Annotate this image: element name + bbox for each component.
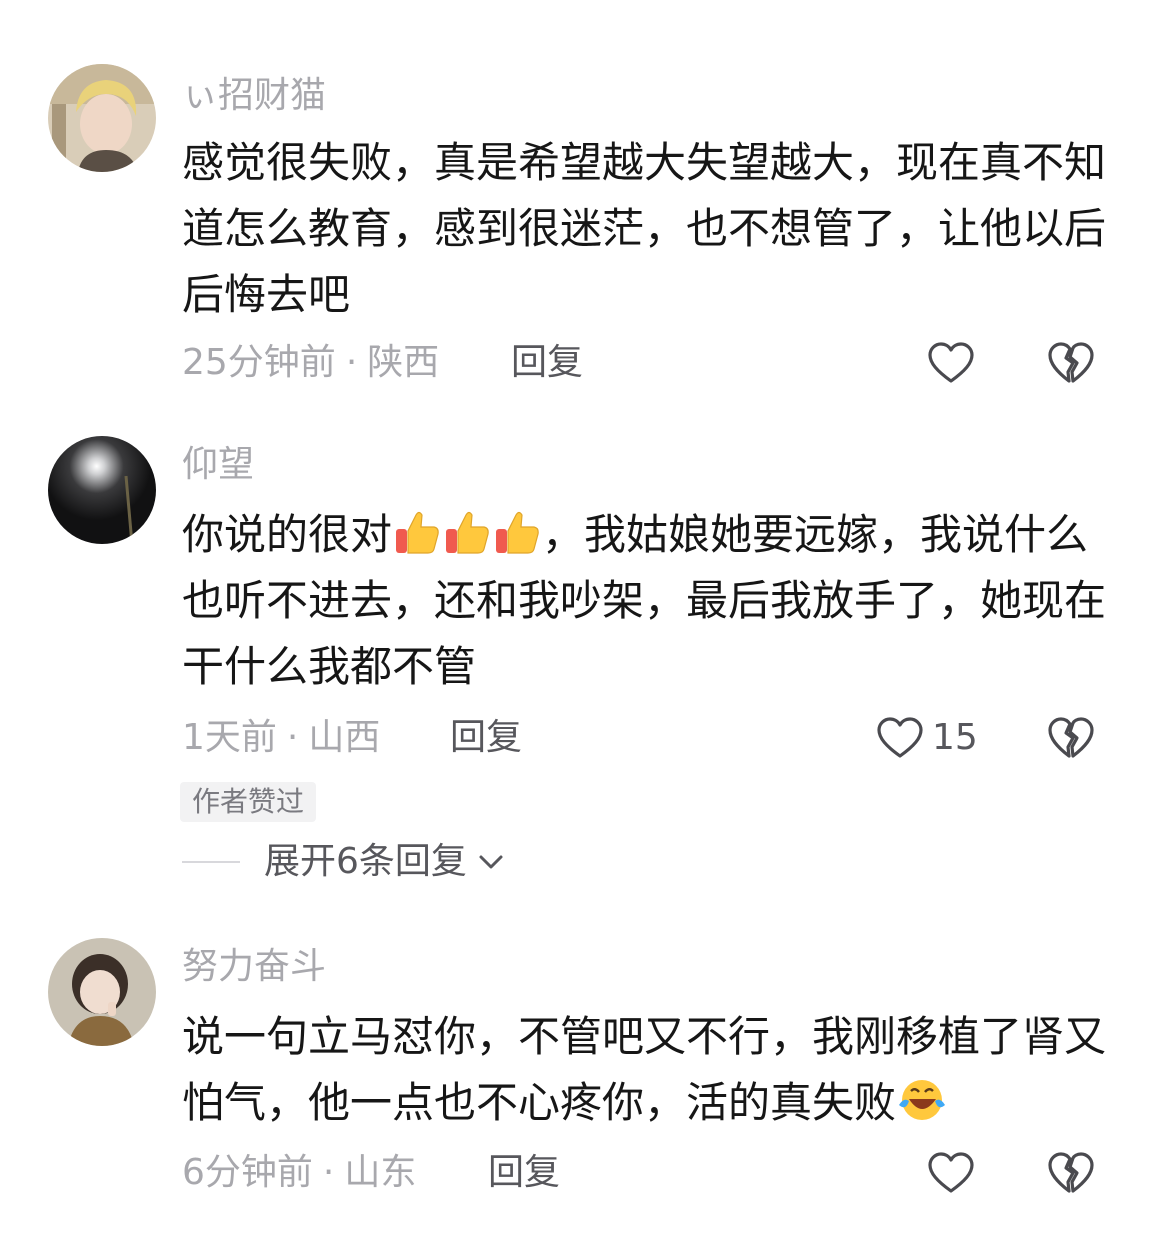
reply-button[interactable]: 回复 bbox=[450, 716, 522, 760]
dislike-button[interactable] bbox=[1047, 1151, 1095, 1195]
like-button[interactable] bbox=[927, 1151, 975, 1195]
avatar-night-light-icon bbox=[48, 436, 156, 544]
broken-heart-icon bbox=[1048, 1152, 1094, 1193]
face-with-tears-of-joy-icon bbox=[896, 1075, 946, 1125]
chevron-down-icon bbox=[479, 855, 503, 869]
comment-username[interactable]: ぃ招财猫 bbox=[182, 74, 326, 118]
comment-username[interactable]: 仰望 bbox=[182, 443, 254, 487]
expand-replies-button[interactable]: 展开6条回复 bbox=[182, 840, 505, 884]
expand-replies-label: 展开6条回复 bbox=[264, 841, 467, 882]
broken-heart-icon bbox=[1048, 717, 1094, 758]
author-liked-badge: 作者赞过 bbox=[180, 782, 317, 822]
thumbs-up-icon bbox=[492, 507, 542, 557]
comment-time: 1天前 bbox=[182, 717, 277, 758]
avatar-short-hair-person-icon bbox=[48, 64, 156, 172]
like-count: 15 bbox=[932, 717, 978, 758]
like-button[interactable]: 15 bbox=[876, 716, 978, 760]
thumbs-up-icon bbox=[392, 507, 442, 557]
heart-icon bbox=[928, 1152, 974, 1193]
comment-text: 你说的很对 ，我姑娘她要远嫁，我说什么也听不进去，还和我吵架，最后我放手了，她现在… bbox=[182, 502, 1112, 700]
comment-text: 感觉很失败，真是希望越大失望越大，现在真不知道怎么教育，感到很迷茫，也不想管了，… bbox=[182, 138, 1107, 319]
dislike-button[interactable] bbox=[1047, 716, 1095, 760]
comment-meta: 6分钟前 · 山东 bbox=[182, 1151, 416, 1195]
dislike-button[interactable] bbox=[1047, 341, 1095, 385]
comment-username[interactable]: 努力奋斗 bbox=[182, 945, 326, 989]
broken-heart-icon bbox=[1048, 342, 1094, 383]
comment-meta: 1天前 · 山西 bbox=[182, 716, 380, 760]
thumbs-up-icon bbox=[442, 507, 492, 557]
comment-location: 山东 bbox=[344, 1152, 417, 1193]
reply-button[interactable]: 回复 bbox=[511, 341, 583, 385]
comment-text: 说一句立马怼你，不管吧又不行，我刚移植了肾又怕气，他一点也不心疼你，活的真失败 bbox=[182, 1004, 1112, 1136]
heart-icon bbox=[877, 717, 923, 758]
heart-icon bbox=[928, 342, 974, 383]
comment-time: 6分钟前 bbox=[182, 1152, 313, 1193]
comment-meta: 25分钟前 · 陕西 bbox=[182, 341, 439, 385]
comment-text-part: 你说的很对 bbox=[182, 510, 393, 559]
comment-location: 陕西 bbox=[367, 342, 440, 383]
meta-separator: · bbox=[322, 1152, 335, 1193]
comment-text-part: 说一句立马怼你，不管吧又不行，我刚移植了肾又怕气，他一点也不心疼你，活的真失败 bbox=[182, 1012, 1107, 1127]
meta-separator: · bbox=[345, 342, 358, 383]
avatar[interactable] bbox=[48, 64, 156, 172]
like-button[interactable] bbox=[927, 341, 975, 385]
comment-time: 25分钟前 bbox=[182, 342, 336, 383]
reply-button[interactable]: 回复 bbox=[488, 1151, 560, 1195]
comment-location: 山西 bbox=[308, 717, 381, 758]
avatar[interactable] bbox=[48, 938, 156, 1046]
divider bbox=[182, 861, 240, 863]
meta-separator: · bbox=[286, 717, 299, 758]
avatar[interactable] bbox=[48, 436, 156, 544]
avatar-child-icon bbox=[48, 938, 156, 1046]
